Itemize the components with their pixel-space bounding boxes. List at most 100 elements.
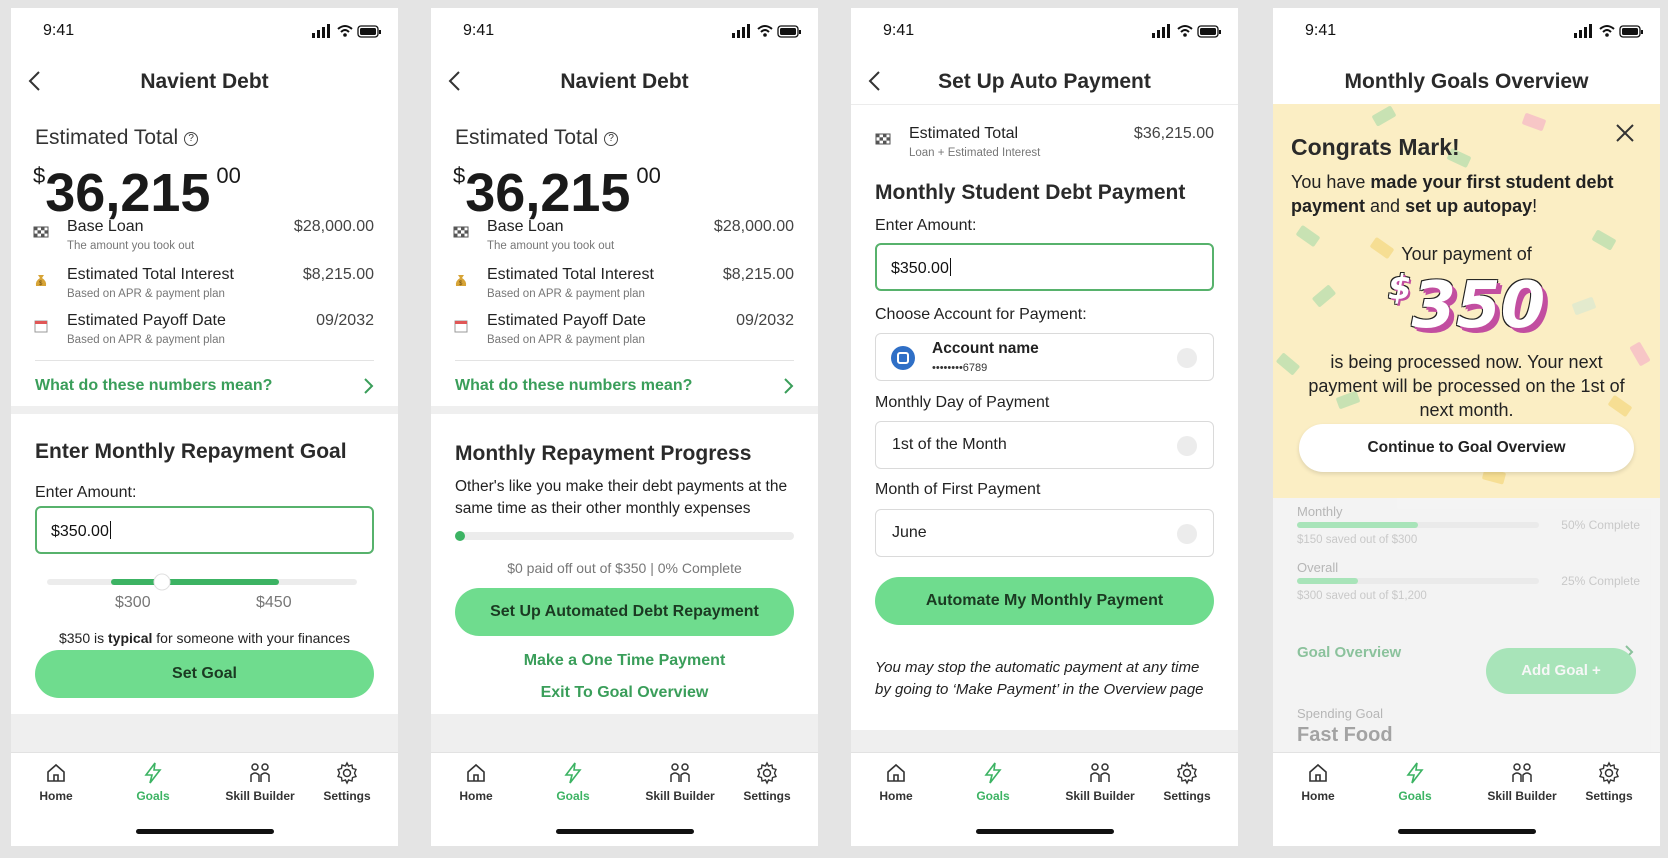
monthly-sub: $150 saved out of $300 xyxy=(1297,534,1418,546)
numbers-meaning-link[interactable]: What do these numbers mean? xyxy=(35,377,374,395)
checkered-flag-icon xyxy=(453,226,469,238)
money-bag-icon: $ xyxy=(35,275,47,287)
tab-goals[interactable]: Goals xyxy=(1380,761,1450,803)
home-indicator xyxy=(135,829,274,834)
status-icons xyxy=(1152,24,1221,38)
help-icon[interactable]: ? xyxy=(604,132,619,146)
gear-icon xyxy=(757,761,777,785)
goal-overview-link[interactable]: Goal Overview xyxy=(1297,644,1401,661)
day-select[interactable]: 1st of the Month xyxy=(875,421,1214,469)
amount-slider[interactable] xyxy=(47,572,357,592)
monthly-percent: 50% Complete xyxy=(1561,518,1640,532)
chevron-down-icon xyxy=(1177,436,1197,456)
nav-bar: Navient Debt xyxy=(431,56,818,104)
setup-automated-repayment-button[interactable]: Set Up Automated Debt Repayment xyxy=(455,588,794,636)
progress-bar xyxy=(455,531,794,541)
screen-goals-overview: 9:41 Monthly Goals Overview Congrats Mar… xyxy=(1273,8,1660,846)
progress-bar-fill xyxy=(455,531,465,541)
tab-skill-builder[interactable]: Skill Builder xyxy=(215,761,305,803)
home-icon xyxy=(47,763,65,782)
progress-heading: Monthly Repayment Progress xyxy=(455,442,752,465)
people-icon xyxy=(250,763,270,782)
home-indicator xyxy=(555,829,694,834)
payoff-date-row: Estimated Payoff Date Based on APR & pay… xyxy=(33,312,374,356)
overall-percent: 25% Complete xyxy=(1561,574,1640,588)
interest-row: $ Estimated Total Interest Based on APR … xyxy=(453,266,794,310)
divider xyxy=(35,360,374,361)
congrats-message: You have made your first student debt pa… xyxy=(1291,172,1614,216)
tab-home[interactable]: Home xyxy=(21,761,91,803)
lightning-icon xyxy=(564,762,582,784)
close-icon[interactable] xyxy=(1614,122,1636,144)
home-indicator xyxy=(975,829,1114,834)
month-label: Month of First Payment xyxy=(875,481,1041,498)
status-bar: 9:41 xyxy=(851,8,1238,56)
numbers-meaning-link[interactable]: What do these numbers mean? xyxy=(455,377,794,395)
tab-bar: Home Goals Skill Builder Settings xyxy=(431,752,818,846)
tab-skill-builder[interactable]: Skill Builder xyxy=(635,761,725,803)
lightning-icon xyxy=(144,762,162,784)
tab-goals[interactable]: Goals xyxy=(538,761,608,803)
account-select[interactable]: Account name ••••••••6789 xyxy=(875,333,1214,381)
nav-bar: Navient Debt xyxy=(11,56,398,104)
payment-amount: $350 xyxy=(1387,268,1546,343)
automate-payment-button[interactable]: Automate My Monthly Payment xyxy=(875,577,1214,625)
tab-settings[interactable]: Settings xyxy=(1152,761,1222,803)
calendar-icon xyxy=(454,320,468,333)
one-time-payment-link[interactable]: Make a One Time Payment xyxy=(431,652,818,670)
tab-settings[interactable]: Settings xyxy=(1574,761,1644,803)
chevron-down-icon xyxy=(1177,524,1197,544)
help-icon[interactable]: ? xyxy=(184,132,199,146)
confetti xyxy=(1275,352,1301,376)
status-time: 9:41 xyxy=(883,22,915,39)
tab-settings[interactable]: Settings xyxy=(732,761,802,803)
continue-goal-overview-button[interactable]: Continue to Goal Overview xyxy=(1299,424,1634,472)
status-icons xyxy=(1574,24,1643,38)
calendar-icon xyxy=(34,320,48,333)
typical-note: $350 is typical for someone with your fi… xyxy=(58,630,351,646)
repayment-progress-card: Monthly Repayment Progress Other's like … xyxy=(431,414,818,714)
estimated-total-row: Estimated Total Loan + Estimated Interes… xyxy=(875,125,1214,169)
day-label: Monthly Day of Payment xyxy=(875,394,1050,411)
status-icons xyxy=(312,24,381,38)
amount-input[interactable]: $350.00 xyxy=(875,243,1214,291)
checkered-flag-icon xyxy=(875,133,891,145)
chevron-right-icon xyxy=(364,378,374,394)
tab-home[interactable]: Home xyxy=(1283,761,1353,803)
choose-account-label: Choose Account for Payment: xyxy=(875,306,1087,323)
debt-payment-heading: Monthly Student Debt Payment xyxy=(875,181,1186,204)
amount-input[interactable]: $350.00 xyxy=(35,506,374,554)
status-bar: 9:41 xyxy=(431,8,818,56)
fast-food-label: Fast Food xyxy=(1297,724,1393,746)
progress-description: Other's like you make their debt payment… xyxy=(455,478,788,517)
congrats-heading: Congrats Mark! xyxy=(1291,134,1460,160)
tab-bar: Home Goals Skill Builder Settings xyxy=(1273,752,1660,846)
tab-home[interactable]: Home xyxy=(441,761,511,803)
people-icon xyxy=(1090,763,1110,782)
home-icon xyxy=(1309,763,1327,782)
page-title: Navient Debt xyxy=(140,70,269,93)
interest-row: $ Estimated Total Interest Based on APR … xyxy=(33,266,374,310)
your-payment-label: Your payment of xyxy=(1401,244,1532,264)
goals-overview-background: Monthly 50% Complete $150 saved out of $… xyxy=(1273,498,1660,752)
month-select[interactable]: June xyxy=(875,509,1214,557)
estimated-total-label: Estimated Total? xyxy=(455,126,619,150)
estimated-total-amount: $36,215 00 xyxy=(33,163,241,223)
overall-progress-fill xyxy=(1297,578,1358,584)
bank-logo-icon xyxy=(891,346,915,370)
tab-settings[interactable]: Settings xyxy=(312,761,382,803)
tab-home[interactable]: Home xyxy=(861,761,931,803)
congrats-banner: Congrats Mark! You have made your first … xyxy=(1273,104,1660,498)
repayment-goal-card: Enter Monthly Repayment Goal Enter Amoun… xyxy=(11,414,398,714)
page-title: Set Up Auto Payment xyxy=(938,70,1151,93)
enter-amount-label: Enter Amount: xyxy=(875,217,977,234)
set-goal-button[interactable]: Set Goal xyxy=(35,650,374,698)
tab-skill-builder[interactable]: Skill Builder xyxy=(1055,761,1145,803)
add-goal-button[interactable]: Add Goal + xyxy=(1486,648,1636,694)
status-icons xyxy=(732,24,801,38)
tab-goals[interactable]: Goals xyxy=(118,761,188,803)
exit-goal-overview-link[interactable]: Exit To Goal Overview xyxy=(431,684,818,702)
tab-goals[interactable]: Goals xyxy=(958,761,1028,803)
people-icon xyxy=(1512,763,1532,782)
tab-skill-builder[interactable]: Skill Builder xyxy=(1477,761,1567,803)
